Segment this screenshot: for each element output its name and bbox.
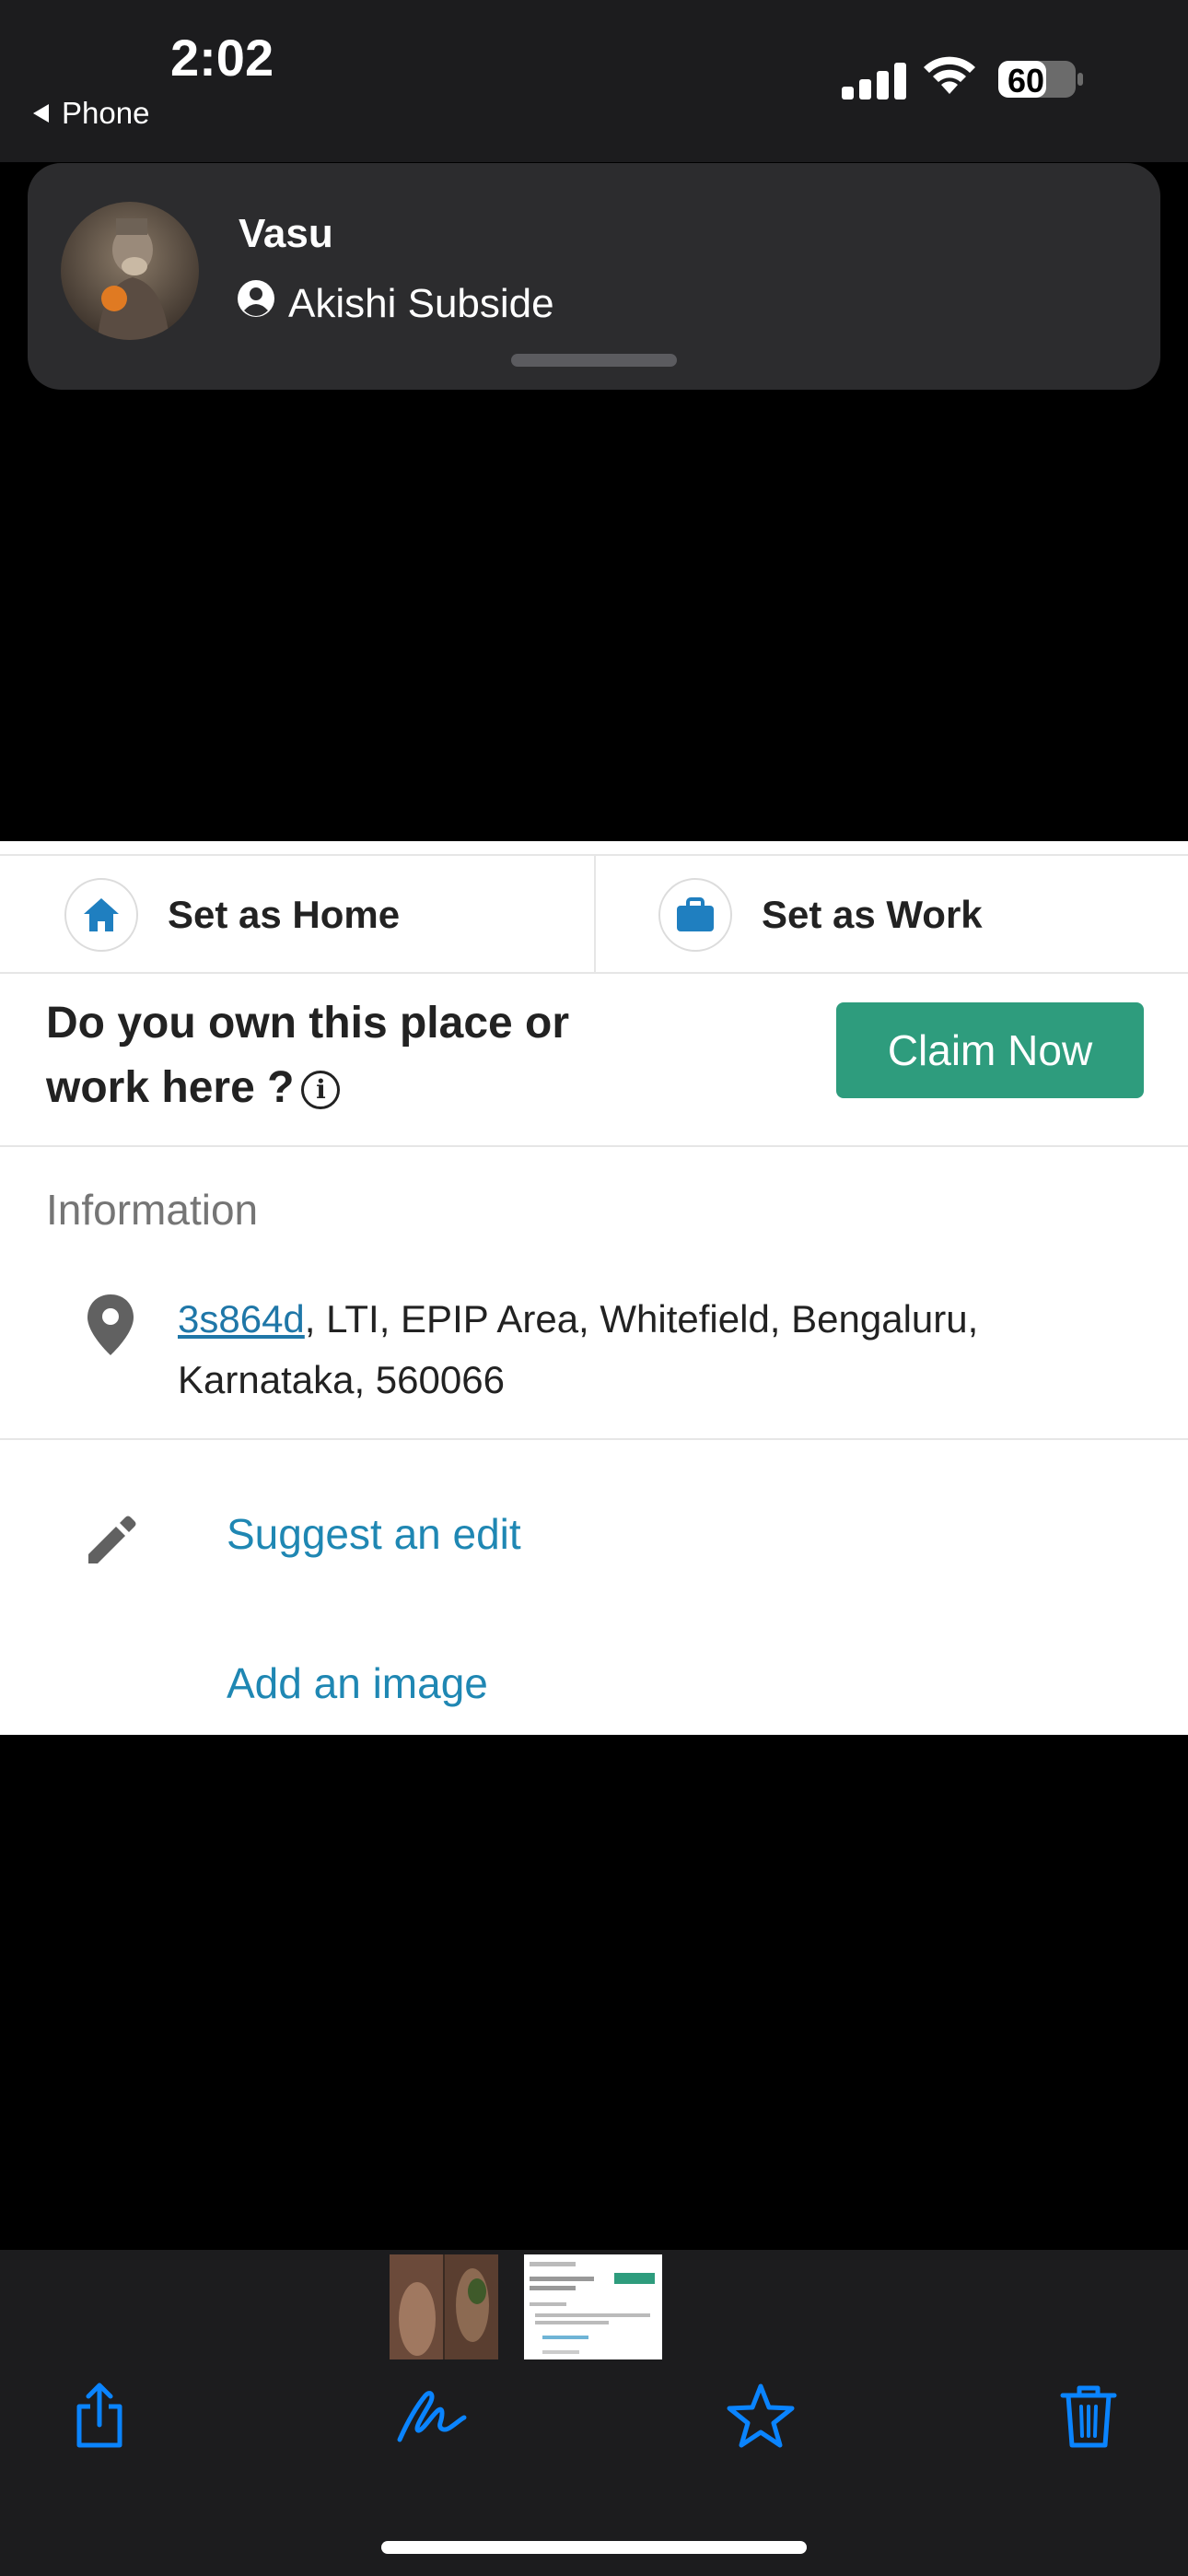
place-details-panel: Set as Home Set as Work Do you own this … — [0, 841, 1188, 1735]
status-time: 2:02 — [170, 29, 274, 87]
share-icon[interactable] — [63, 2379, 136, 2453]
set-as-home-button[interactable]: Set as Home — [64, 856, 400, 974]
screenshot-thumbnail[interactable] — [524, 2254, 662, 2359]
photo-thumbnail[interactable] — [390, 2254, 498, 2359]
banner-drag-handle[interactable] — [511, 354, 677, 367]
notification-title: Vasu — [239, 211, 333, 256]
avatar — [61, 202, 199, 340]
notification-banner[interactable]: Vasu Akishi Subside — [28, 163, 1160, 390]
battery-level: 60 — [1007, 62, 1045, 100]
claim-now-button[interactable]: Claim Now — [836, 1002, 1144, 1098]
notification-subtitle-text: Akishi Subside — [288, 280, 554, 326]
favorite-icon[interactable] — [724, 2379, 798, 2453]
battery-indicator: 60 — [996, 57, 1085, 101]
home-indicator[interactable] — [381, 2541, 807, 2554]
pencil-icon — [83, 1510, 142, 1574]
notification-subtitle: Akishi Subside — [237, 279, 554, 328]
location-pin-icon — [85, 1293, 136, 1362]
back-to-app-link[interactable]: Phone — [33, 96, 149, 131]
information-heading: Information — [46, 1186, 259, 1234]
delete-icon[interactable] — [1052, 2379, 1125, 2453]
claim-question: Do you own this place or work here ? i — [46, 991, 617, 1120]
set-as-home-label: Set as Home — [168, 893, 401, 936]
wifi-icon — [921, 53, 978, 100]
quick-actions-row: Set as Home Set as Work — [0, 854, 1188, 974]
add-image-link[interactable]: Add an image — [227, 1658, 488, 1708]
divider — [594, 856, 596, 974]
person-icon — [237, 279, 275, 328]
markup-icon[interactable] — [394, 2379, 468, 2453]
back-arrow-icon — [33, 104, 49, 123]
address-code-link[interactable]: 3s864d — [178, 1297, 305, 1341]
info-icon[interactable]: i — [301, 1071, 341, 1110]
back-app-label: Phone — [62, 96, 150, 130]
briefcase-icon — [658, 878, 732, 952]
divider — [0, 1438, 1188, 1440]
set-as-work-label: Set as Work — [762, 893, 983, 936]
suggest-edit-link[interactable]: Suggest an edit — [227, 1509, 521, 1559]
home-icon — [64, 878, 138, 952]
set-as-work-button[interactable]: Set as Work — [658, 856, 983, 974]
cellular-signal-icon — [842, 61, 906, 100]
divider — [0, 1145, 1188, 1147]
address-text: 3s864d, LTI, EPIP Area, Whitefield, Beng… — [178, 1289, 1154, 1411]
